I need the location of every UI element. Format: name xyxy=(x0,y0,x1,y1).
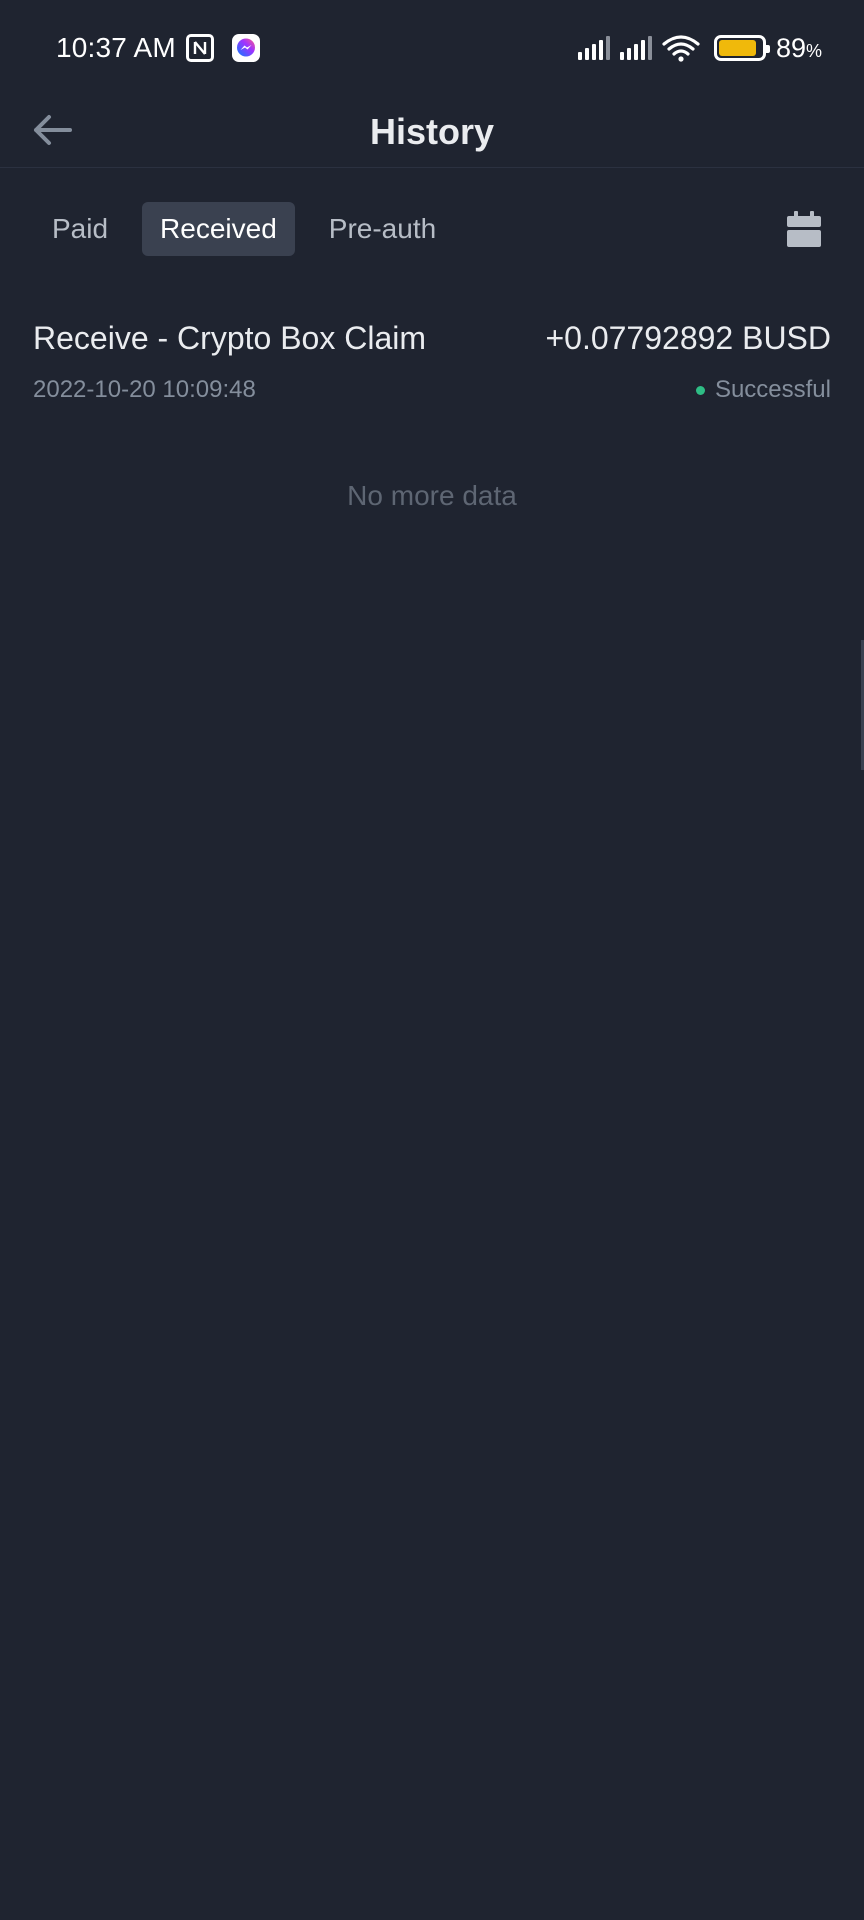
tab-bar: Paid Received Pre-auth xyxy=(0,202,864,256)
tab-pre-auth[interactable]: Pre-auth xyxy=(311,202,454,256)
status-dot-icon xyxy=(695,385,705,395)
record-time: 2022-10-20 10:09:48 xyxy=(33,376,256,403)
tab-paid[interactable]: Paid xyxy=(34,202,126,256)
battery-percent: 89% xyxy=(775,32,822,63)
battery-icon xyxy=(713,35,770,61)
record-amount: +0.07792892 BUSD xyxy=(545,320,831,356)
header: History xyxy=(0,96,864,168)
signal-icon xyxy=(619,36,652,60)
status-time: 10:37 AM xyxy=(56,32,176,63)
status-bar: 10:37 AM 89% xyxy=(0,0,864,96)
arrow-left-icon xyxy=(34,115,72,145)
list-item[interactable]: Receive - Crypto Box Claim +0.07792892 B… xyxy=(33,320,831,410)
nfc-icon xyxy=(185,34,214,62)
status-left: 10:37 AM xyxy=(56,32,260,64)
tab-received[interactable]: Received xyxy=(142,202,295,256)
wifi-icon xyxy=(662,35,700,62)
signal-icon xyxy=(577,36,610,60)
battery-fill xyxy=(718,40,757,56)
page-title: History xyxy=(369,110,495,152)
back-button[interactable] xyxy=(28,106,76,154)
calendar-filter-button[interactable] xyxy=(784,210,824,250)
record-title: Receive - Crypto Box Claim xyxy=(33,320,426,356)
history-screen: 10:37 AM 89% History Paid Received Pre-a… xyxy=(0,0,864,1920)
calendar-icon xyxy=(787,211,821,247)
messenger-icon xyxy=(231,34,260,62)
status-label: Successful xyxy=(714,376,831,403)
status-badge: Successful xyxy=(695,376,831,404)
no-more-data-text: No more data xyxy=(347,480,517,511)
status-right: 89% xyxy=(577,32,822,64)
